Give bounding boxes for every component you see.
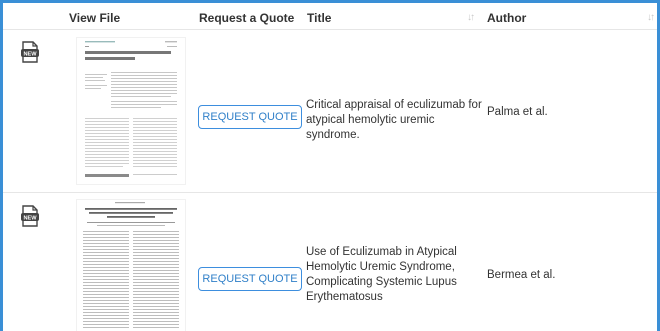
header-view-file[interactable]: View File <box>69 11 120 25</box>
new-file-icon[interactable]: NEW <box>20 41 40 63</box>
table-header: View File Request a Quote Title ↓↑ Autho… <box>3 3 657 30</box>
document-thumbnail[interactable] <box>77 38 185 184</box>
article-title[interactable]: Critical appraisal of eculizumab for aty… <box>306 98 484 143</box>
new-file-icon[interactable]: NEW <box>20 205 40 227</box>
request-quote-button[interactable]: REQUEST QUOTE <box>198 105 302 129</box>
table-row: NEW <box>3 30 657 193</box>
request-quote-button[interactable]: REQUEST QUOTE <box>198 267 302 291</box>
header-request-quote[interactable]: Request a Quote <box>199 11 294 25</box>
article-author: Palma et al. <box>487 106 548 118</box>
document-thumbnail[interactable] <box>77 200 185 331</box>
header-title[interactable]: Title <box>307 11 331 25</box>
header-author[interactable]: Author <box>487 11 526 25</box>
article-author: Bermea et al. <box>487 269 556 281</box>
title-sort-icon[interactable]: ↓↑ <box>467 12 475 23</box>
author-sort-icon[interactable]: ↓↑ <box>647 12 655 23</box>
table-row: NEW <box>3 193 657 331</box>
new-badge-text: NEW <box>23 52 37 58</box>
new-badge-text: NEW <box>23 216 37 222</box>
article-title[interactable]: Use of Eculizumab in Atypical Hemolytic … <box>306 245 484 305</box>
